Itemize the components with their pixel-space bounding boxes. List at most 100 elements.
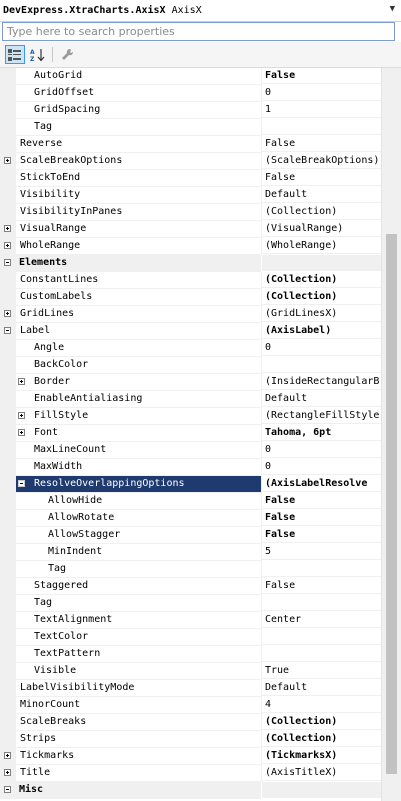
property-row[interactable]: AllowHide False xyxy=(0,493,381,510)
property-name[interactable]: Font xyxy=(16,425,261,442)
property-value[interactable]: (Collection) xyxy=(262,289,381,305)
expand-icon[interactable] xyxy=(18,412,25,419)
property-name[interactable]: TextAlignment xyxy=(16,612,261,629)
property-value[interactable]: True xyxy=(262,663,381,679)
property-name[interactable]: BackColor xyxy=(16,357,261,374)
property-row[interactable]: ScaleBreakOptions (ScaleBreakOptions) xyxy=(0,153,381,170)
property-value[interactable]: False xyxy=(262,510,381,526)
property-row[interactable]: Tag xyxy=(0,561,381,578)
property-name[interactable]: GridLines xyxy=(16,306,261,323)
property-row[interactable]: WholeRange (WholeRange) xyxy=(0,238,381,255)
property-name[interactable]: MinIndent xyxy=(16,544,261,561)
property-name[interactable]: Title xyxy=(16,765,261,782)
property-name[interactable]: AllowStagger xyxy=(16,527,261,544)
property-row[interactable]: BackColor xyxy=(0,357,381,374)
property-name[interactable]: Visibility xyxy=(16,187,261,204)
property-name[interactable]: MinorCount xyxy=(16,697,261,714)
property-name[interactable]: LabelVisibilityMode xyxy=(16,680,261,697)
property-value[interactable]: (VisualRange) xyxy=(262,221,381,237)
property-name[interactable]: StickToEnd xyxy=(16,170,261,187)
property-name[interactable]: GridOffset xyxy=(16,85,261,102)
property-row[interactable]: StickToEnd False xyxy=(0,170,381,187)
property-row[interactable]: Visible True xyxy=(0,663,381,680)
property-row[interactable]: Tag xyxy=(0,595,381,612)
property-name[interactable]: ScaleBreakOptions xyxy=(16,153,261,170)
expand-icon[interactable] xyxy=(4,242,11,249)
property-name[interactable]: AllowRotate xyxy=(16,510,261,527)
property-name[interactable]: Tag xyxy=(16,119,261,136)
property-value[interactable]: False xyxy=(262,68,381,84)
property-name[interactable]: EnableAntialiasing xyxy=(16,391,261,408)
property-row[interactable]: Visibility Default xyxy=(0,187,381,204)
property-row[interactable]: LabelVisibilityMode Default xyxy=(0,680,381,697)
property-pages-button[interactable] xyxy=(58,45,78,64)
property-name[interactable]: Elements xyxy=(16,255,261,272)
property-value[interactable]: (InsideRectangularB xyxy=(262,374,381,390)
property-value[interactable]: (Collection) xyxy=(262,272,381,288)
property-value[interactable]: Center xyxy=(262,612,381,628)
property-value[interactable] xyxy=(262,357,381,373)
property-row[interactable]: AllowStagger False xyxy=(0,527,381,544)
property-name[interactable]: ResolveOverlappingOptions xyxy=(16,476,261,493)
property-name[interactable]: Border xyxy=(16,374,261,391)
property-name[interactable]: AllowHide xyxy=(16,493,261,510)
category-row[interactable]: Misc xyxy=(0,782,381,799)
property-name[interactable]: Angle xyxy=(16,340,261,357)
property-value[interactable]: False xyxy=(262,493,381,509)
property-row[interactable]: TextAlignment Center xyxy=(0,612,381,629)
property-row[interactable]: Staggered False xyxy=(0,578,381,595)
property-value[interactable]: False xyxy=(262,578,381,594)
property-value[interactable] xyxy=(262,595,381,611)
alphabetical-button[interactable]: A Z xyxy=(28,45,48,64)
property-value[interactable]: 0 xyxy=(262,459,381,475)
property-row[interactable]: Strips (Collection) xyxy=(0,731,381,748)
property-name[interactable]: AutoGrid xyxy=(16,68,261,85)
expand-icon[interactable] xyxy=(4,157,11,164)
property-name[interactable]: ScaleBreaks xyxy=(16,714,261,731)
property-name[interactable]: Visible xyxy=(16,663,261,680)
property-name[interactable]: WholeRange xyxy=(16,238,261,255)
expand-icon[interactable] xyxy=(4,310,11,317)
property-row[interactable]: Font Tahoma, 6pt xyxy=(0,425,381,442)
property-name[interactable]: TextPattern xyxy=(16,646,261,663)
property-value[interactable]: (AxisLabelResolve xyxy=(262,476,381,492)
property-name[interactable]: Tag xyxy=(16,595,261,612)
property-name[interactable]: Label xyxy=(16,323,261,340)
property-value[interactable] xyxy=(262,561,381,577)
collapse-icon[interactable] xyxy=(4,786,11,793)
property-value[interactable]: 0 xyxy=(262,85,381,101)
property-value[interactable]: Default xyxy=(262,680,381,696)
property-value[interactable]: Default xyxy=(262,187,381,203)
property-value[interactable] xyxy=(262,646,381,662)
expand-icon[interactable] xyxy=(4,769,11,776)
property-row[interactable]: GridSpacing 1 xyxy=(0,102,381,119)
property-value[interactable]: 0 xyxy=(262,442,381,458)
vertical-scrollbar[interactable] xyxy=(381,68,401,801)
property-name[interactable]: MaxWidth xyxy=(16,459,261,476)
property-row[interactable]: VisibilityInPanes (Collection) xyxy=(0,204,381,221)
property-value[interactable]: (RectangleFillStyle xyxy=(262,408,381,424)
property-name[interactable]: GridSpacing xyxy=(16,102,261,119)
property-row[interactable]: MaxLineCount 0 xyxy=(0,442,381,459)
property-row[interactable]: GridLines (GridLinesX) xyxy=(0,306,381,323)
property-value[interactable]: (Collection) xyxy=(262,731,381,747)
property-name[interactable]: ConstantLines xyxy=(16,272,261,289)
property-value[interactable]: (GridLinesX) xyxy=(262,306,381,322)
property-name[interactable]: Strips xyxy=(16,731,261,748)
property-row[interactable]: ConstantLines (Collection) xyxy=(0,272,381,289)
property-value[interactable]: False xyxy=(262,136,381,152)
search-input[interactable] xyxy=(3,23,394,40)
property-row[interactable]: MinorCount 4 xyxy=(0,697,381,714)
scrollbar-thumb[interactable] xyxy=(386,234,397,774)
property-value[interactable]: 4 xyxy=(262,697,381,713)
property-value[interactable]: False xyxy=(262,170,381,186)
collapse-icon[interactable] xyxy=(18,480,25,487)
property-value[interactable] xyxy=(262,119,381,135)
categorized-button[interactable] xyxy=(5,45,25,64)
expand-icon[interactable] xyxy=(18,378,25,385)
property-value[interactable]: 5 xyxy=(262,544,381,560)
property-name[interactable]: Misc xyxy=(16,782,261,799)
expand-icon[interactable] xyxy=(18,429,25,436)
property-value[interactable]: 0 xyxy=(262,340,381,356)
property-row[interactable]: TextColor xyxy=(0,629,381,646)
